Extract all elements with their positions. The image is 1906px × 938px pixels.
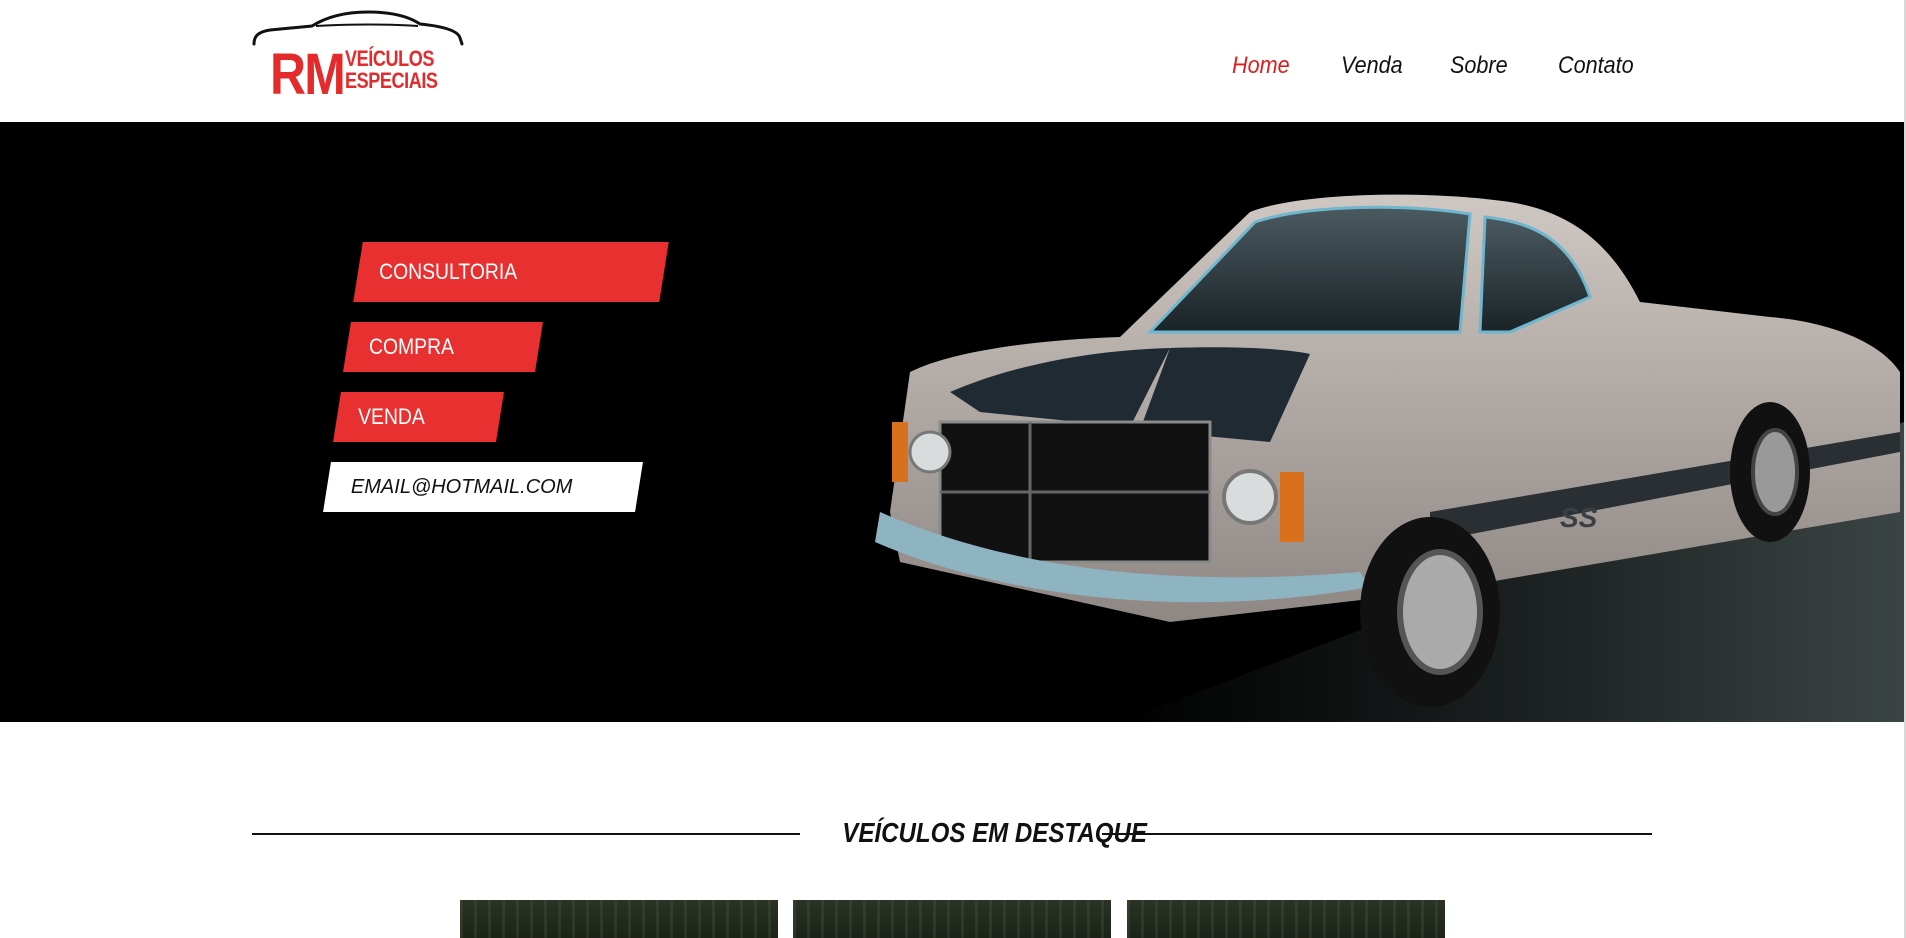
venda-button[interactable]: VENDA bbox=[333, 392, 504, 442]
site-header: RM VEÍCULOS ESPECIAIS Home Venda Sobre C… bbox=[0, 0, 1904, 122]
logo-text-line1: VEÍCULOS bbox=[345, 46, 434, 71]
divider-left bbox=[252, 833, 800, 835]
featured-vehicle-card[interactable] bbox=[460, 900, 778, 938]
venda-label: VENDA bbox=[358, 404, 425, 429]
featured-vehicle-card[interactable] bbox=[793, 900, 1111, 938]
nav-sobre[interactable]: Sobre bbox=[1450, 54, 1508, 78]
svg-text:SS: SS bbox=[1560, 502, 1598, 533]
featured-section-header: VEÍCULOS EM DESTAQUE bbox=[252, 816, 1652, 850]
nav-venda[interactable]: Venda bbox=[1341, 54, 1403, 78]
logo-initials: RM bbox=[270, 42, 346, 107]
nav-home[interactable]: Home bbox=[1232, 54, 1290, 78]
logo[interactable]: RM VEÍCULOS ESPECIAIS bbox=[252, 10, 464, 104]
logo-text-line2: ESPECIAIS bbox=[345, 68, 438, 93]
hero-banner: SS CONSULTORIA COMPRA VENDA bbox=[0, 122, 1904, 722]
email-field-wrapper bbox=[323, 462, 643, 512]
compra-label: COMPRA bbox=[369, 334, 454, 359]
featured-vehicle-card[interactable] bbox=[1127, 900, 1445, 938]
consultoria-label: CONSULTORIA bbox=[379, 259, 518, 284]
section-title: VEÍCULOS EM DESTAQUE bbox=[842, 817, 1147, 848]
email-field[interactable] bbox=[327, 474, 623, 500]
compra-button[interactable]: COMPRA bbox=[343, 322, 543, 372]
nav-contato[interactable]: Contato bbox=[1558, 54, 1634, 78]
consultoria-button[interactable]: CONSULTORIA bbox=[353, 242, 669, 302]
classic-car-image: SS bbox=[870, 122, 1904, 722]
divider-right bbox=[1102, 833, 1652, 835]
